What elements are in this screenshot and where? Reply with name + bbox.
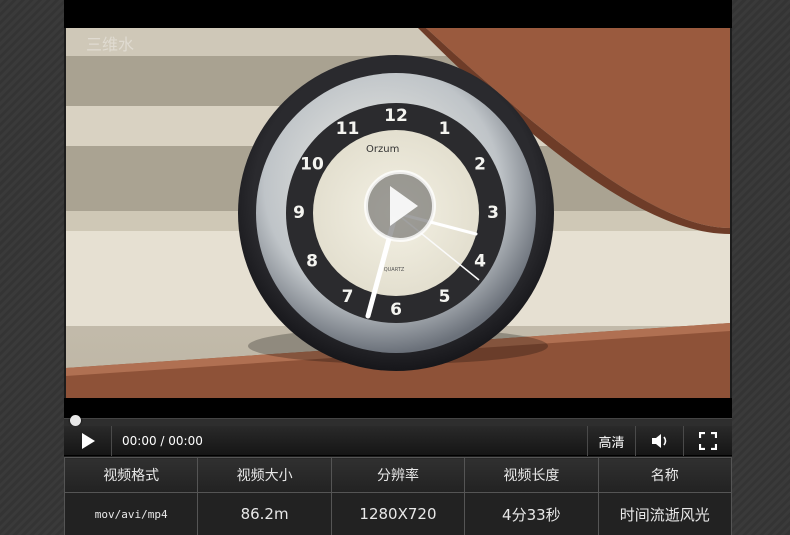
video-player: 三维水 12 1 2 3 4 5 6 7 8 9 10 11 Orzum QUARTZ	[63, 0, 733, 535]
page-background: 三维水 12 1 2 3 4 5 6 7 8 9 10 11 Orzum QUARTZ	[0, 0, 790, 535]
video-letterbox-bottom	[64, 398, 732, 418]
clock-numeral: 1	[439, 119, 451, 139]
video-still-image: 三维水 121234567891011 Orzum QUARTZ	[66, 28, 730, 398]
play-overlay-icon[interactable]	[364, 170, 436, 242]
info-value-size: 86.2m	[197, 492, 332, 535]
info-header-size: 视频大小	[197, 457, 332, 493]
clock-numeral: 7	[342, 287, 354, 307]
volume-icon	[651, 434, 666, 448]
info-value-duration: 4分33秒	[464, 492, 599, 535]
clock-subtext: QUARTZ	[384, 267, 405, 273]
fullscreen-icon	[699, 432, 717, 450]
info-value-format: mov/avi/mp4	[63, 492, 199, 535]
quality-button[interactable]: 高清	[587, 426, 635, 456]
clock-numeral: 4	[474, 252, 486, 272]
clock-numeral: 12	[384, 106, 408, 126]
progress-bar[interactable]	[64, 415, 732, 426]
play-button[interactable]	[64, 426, 112, 456]
fullscreen-button[interactable]	[683, 426, 732, 456]
info-header-row: 视频格式 视频大小 分辨率 视频长度 名称	[63, 457, 733, 493]
clock-numeral: 5	[439, 287, 451, 307]
clock-numeral: 2	[474, 155, 486, 175]
clock-numeral: 3	[487, 203, 499, 223]
clock-numeral: 8	[306, 252, 318, 272]
clock-numeral: 6	[390, 300, 402, 320]
info-value-row: mov/avi/mp4 86.2m 1280X720 4分33秒 时间流逝风光	[63, 492, 733, 535]
video-letterbox-top	[64, 0, 732, 28]
info-header-duration: 视频长度	[464, 457, 599, 493]
control-bar: 00:00 / 00:00 高清	[64, 426, 732, 456]
clock-numeral: 9	[293, 203, 305, 223]
progress-handle[interactable]	[70, 415, 81, 426]
clock-brand: Orzum	[366, 144, 399, 155]
video-info-table: 视频格式 视频大小 分辨率 视频长度 名称 mov/avi/mp4 86.2m …	[63, 457, 733, 535]
clock-numeral: 11	[336, 119, 360, 139]
watermark-text: 三维水	[86, 35, 134, 54]
clock-numeral: 10	[300, 155, 324, 175]
time-display: 00:00 / 00:00	[122, 434, 203, 448]
info-value-resolution: 1280X720	[330, 492, 466, 535]
info-header-name: 名称	[597, 457, 733, 493]
quality-label: 高清	[598, 435, 625, 451]
play-icon	[81, 433, 95, 449]
video-frame[interactable]: 三维水 12 1 2 3 4 5 6 7 8 9 10 11 Orzum QUARTZ	[66, 28, 730, 398]
info-header-resolution: 分辨率	[330, 457, 466, 493]
info-header-format: 视频格式	[63, 457, 199, 493]
volume-button[interactable]	[635, 426, 683, 456]
info-value-name: 时间流逝风光	[597, 492, 733, 535]
